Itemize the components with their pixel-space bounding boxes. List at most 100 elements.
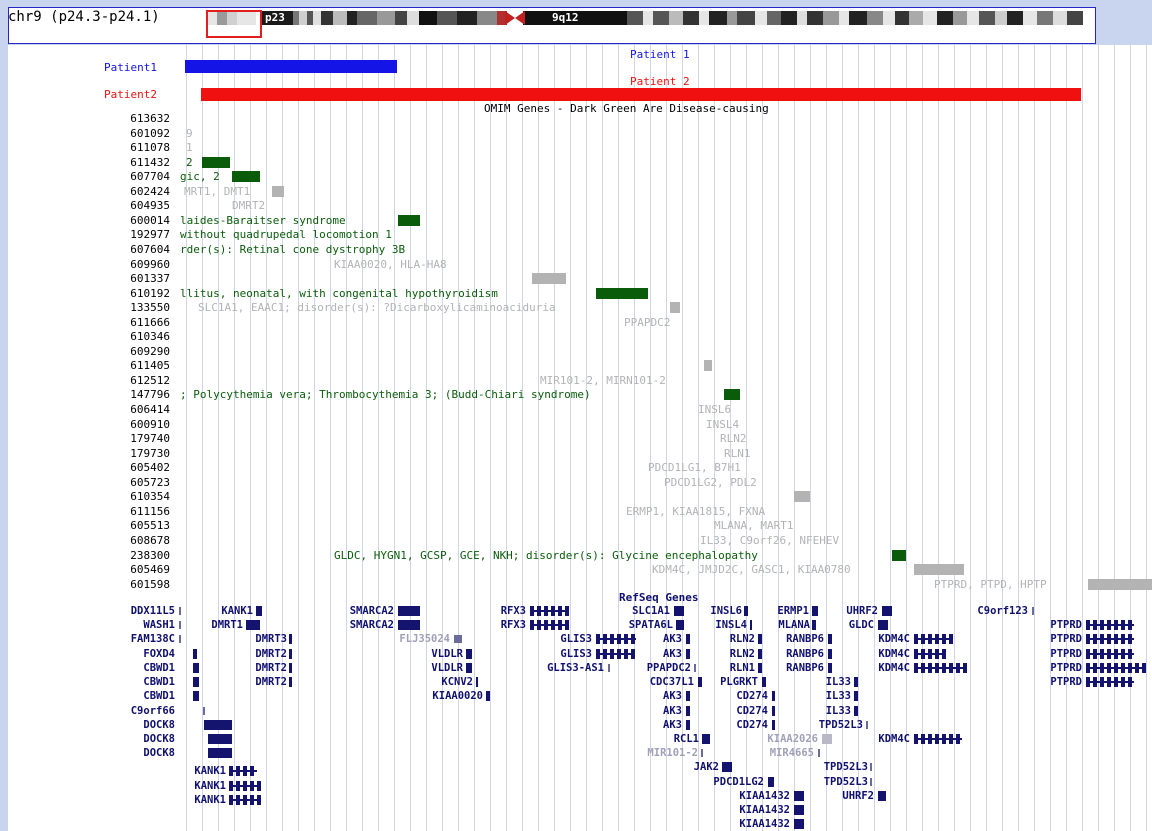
omim-gene-label[interactable]: KIAA0020, HLA-HA8: [334, 258, 447, 271]
chromosome-band[interactable]: [823, 11, 839, 25]
omim-id[interactable]: 611405: [108, 359, 170, 372]
refseq-gene-label[interactable]: KANK1: [221, 605, 253, 617]
refseq-gene-label[interactable]: RLN2: [730, 633, 755, 645]
refseq-gene-label[interactable]: CD274: [736, 719, 768, 731]
refseq-gene-glyph[interactable]: [812, 620, 816, 630]
omim-id[interactable]: 238300: [108, 549, 170, 562]
refseq-gene-glyph[interactable]: [758, 663, 762, 673]
omim-gene-label[interactable]: MRT1, DMT1: [184, 185, 250, 198]
omim-id[interactable]: 133550: [108, 301, 170, 314]
omim-id[interactable]: 605402: [108, 461, 170, 474]
refseq-gene-glyph[interactable]: [289, 663, 292, 673]
refseq-gene-label[interactable]: SLC1A1: [632, 605, 670, 617]
refseq-gene-label[interactable]: INSL4: [715, 619, 747, 631]
chromosome-band[interactable]: [299, 11, 307, 25]
refseq-gene-label[interactable]: KIAA2026: [767, 733, 818, 745]
refseq-gene-label[interactable]: RFX3: [501, 619, 526, 631]
omim-id[interactable]: 601598: [108, 578, 170, 591]
refseq-gene-glyph[interactable]: [193, 677, 199, 687]
chromosome-band[interactable]: [1053, 11, 1067, 25]
omim-gene-feature[interactable]: [202, 156, 230, 168]
omim-gene-label[interactable]: 1: [186, 141, 193, 154]
omim-id[interactable]: 611156: [108, 505, 170, 518]
omim-id[interactable]: 611078: [108, 141, 170, 154]
refseq-gene-glyph[interactable]: [702, 734, 710, 744]
chromosome-band[interactable]: [419, 11, 437, 25]
chromosome-band[interactable]: [653, 11, 669, 25]
refseq-gene-glyph[interactable]: [179, 607, 181, 615]
omim-id[interactable]: 608678: [108, 534, 170, 547]
refseq-gene-glyph[interactable]: [193, 691, 199, 701]
refseq-gene-label[interactable]: KANK1: [194, 794, 226, 806]
refseq-gene-glyph[interactable]: [870, 778, 872, 786]
omim-id[interactable]: 610192: [108, 287, 170, 300]
refseq-gene-label[interactable]: DDX11L5: [131, 605, 175, 617]
refseq-gene-glyph[interactable]: [608, 664, 610, 672]
refseq-gene-glyph[interactable]: [256, 606, 262, 616]
refseq-gene-label[interactable]: PLGRKT: [720, 676, 758, 688]
refseq-gene-glyph[interactable]: [193, 663, 199, 673]
chromosome-band[interactable]: [781, 11, 797, 25]
chromosome-band[interactable]: [727, 11, 737, 25]
chromosome-band[interactable]: [347, 11, 357, 25]
omim-gene-label[interactable]: DMRT2: [232, 199, 265, 212]
refseq-gene-label[interactable]: KANK1: [194, 780, 226, 792]
refseq-gene-glyph[interactable]: [530, 620, 569, 630]
omim-gene-label[interactable]: laides-Baraitser syndrome: [180, 214, 346, 227]
chromosome-band[interactable]: [1037, 11, 1053, 25]
refseq-gene-label[interactable]: TPD52L3: [824, 776, 868, 788]
refseq-gene-glyph[interactable]: [208, 748, 232, 758]
omim-id[interactable]: 607704: [108, 170, 170, 183]
refseq-gene-label[interactable]: KANK1: [194, 765, 226, 777]
omim-gene-label[interactable]: RLN1: [724, 447, 751, 460]
refseq-gene-glyph[interactable]: [794, 805, 804, 815]
omim-gene-label[interactable]: RLN2: [720, 432, 747, 445]
refseq-gene-label[interactable]: DMRT3: [255, 633, 287, 645]
refseq-gene-label[interactable]: CBWD1: [143, 676, 175, 688]
omim-id[interactable]: 605723: [108, 476, 170, 489]
refseq-gene-glyph[interactable]: [676, 620, 684, 630]
omim-id[interactable]: 600910: [108, 418, 170, 431]
refseq-gene-glyph[interactable]: [486, 691, 490, 701]
refseq-gene-label[interactable]: VLDLR: [431, 662, 463, 674]
refseq-gene-label[interactable]: TPD52L3: [824, 761, 868, 773]
refseq-gene-label[interactable]: GLDC: [849, 619, 874, 631]
refseq-gene-label[interactable]: KDM4C: [878, 733, 910, 745]
chromosome-band[interactable]: [923, 11, 937, 25]
refseq-gene-label[interactable]: FLJ35024: [399, 633, 450, 645]
refseq-gene-label[interactable]: KIAA1432: [739, 818, 790, 830]
omim-gene-feature[interactable]: [914, 564, 964, 576]
refseq-gene-label[interactable]: CD274: [736, 690, 768, 702]
chromosome-band[interactable]: [683, 11, 699, 25]
omim-gene-label[interactable]: gic, 2: [180, 170, 220, 183]
patient2-track-label[interactable]: Patient2: [104, 88, 157, 101]
refseq-gene-label[interactable]: DOCK8: [143, 747, 175, 759]
refseq-gene-label[interactable]: C9orf66: [131, 705, 175, 717]
omim-gene-label[interactable]: ERMP1, KIAA1815, FXNA: [626, 505, 765, 518]
omim-id[interactable]: 602424: [108, 185, 170, 198]
refseq-gene-label[interactable]: FAM138C: [131, 633, 175, 645]
refseq-gene-label[interactable]: RLN2: [730, 648, 755, 660]
patient1-cnv-bar[interactable]: [185, 60, 397, 73]
refseq-gene-label[interactable]: GLIS3-AS1: [547, 662, 604, 674]
refseq-gene-glyph[interactable]: [454, 635, 462, 643]
refseq-gene-glyph[interactable]: [246, 620, 260, 630]
refseq-gene-glyph[interactable]: [882, 606, 892, 616]
chromosome-band[interactable]: [407, 11, 419, 25]
refseq-gene-glyph[interactable]: [596, 634, 636, 644]
omim-gene-feature[interactable]: [1088, 578, 1152, 590]
refseq-gene-label[interactable]: WASH1: [143, 619, 175, 631]
refseq-gene-label[interactable]: MIR4665: [770, 747, 814, 759]
refseq-gene-label[interactable]: AK3: [663, 648, 682, 660]
refseq-gene-glyph[interactable]: [854, 691, 858, 701]
refseq-gene-label[interactable]: JAK2: [694, 761, 719, 773]
omim-gene-feature[interactable]: [596, 287, 648, 299]
refseq-gene-label[interactable]: GLIS3: [560, 648, 592, 660]
refseq-gene-glyph[interactable]: [289, 634, 292, 644]
refseq-gene-glyph[interactable]: [179, 621, 181, 629]
refseq-gene-glyph[interactable]: [772, 691, 775, 701]
omim-gene-label[interactable]: MLANA, MART1: [714, 519, 793, 532]
refseq-gene-label[interactable]: PPAPDC2: [647, 662, 691, 674]
refseq-gene-label[interactable]: VLDLR: [431, 648, 463, 660]
refseq-gene-glyph[interactable]: [854, 677, 858, 687]
